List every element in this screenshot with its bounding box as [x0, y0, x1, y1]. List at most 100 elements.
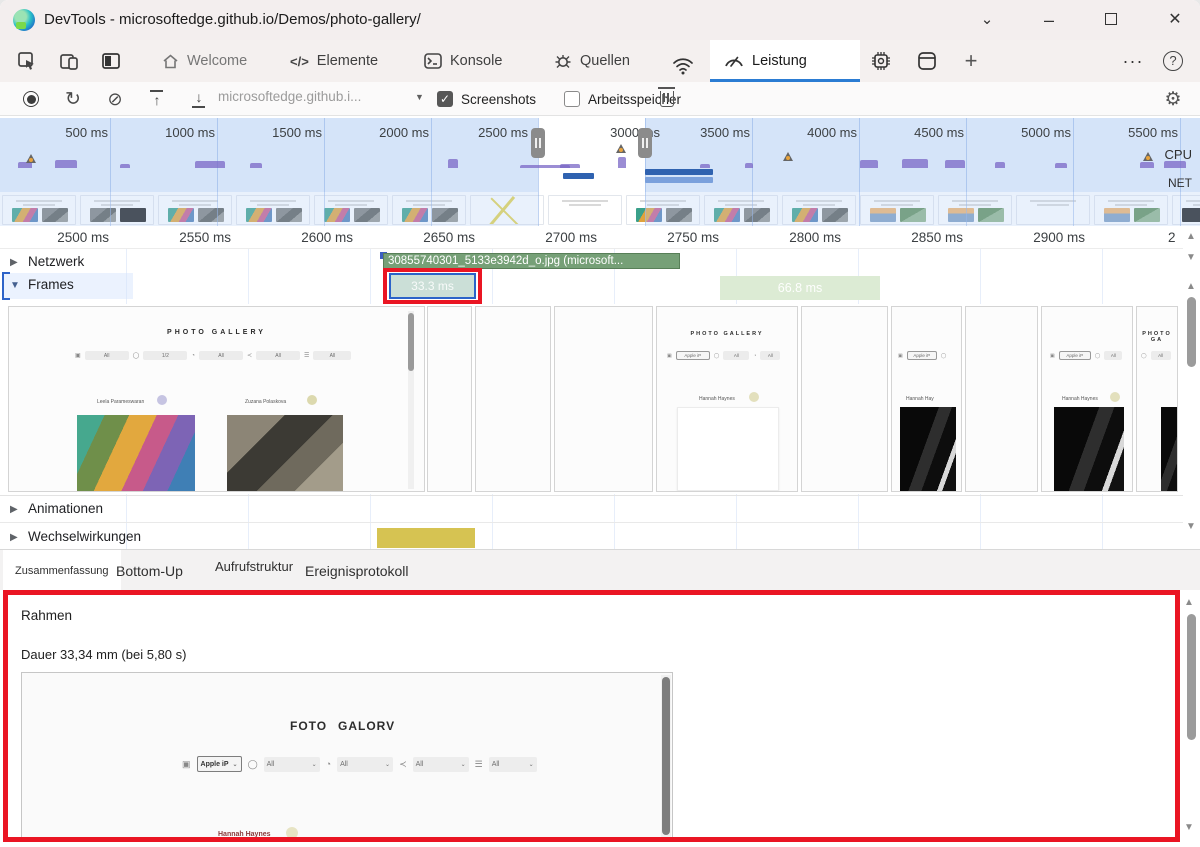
gallery-photo [900, 407, 956, 491]
scrollbar-up-icon[interactable]: ▲ [1185, 281, 1197, 293]
cpu-activity [448, 159, 458, 168]
filmstrip-frame[interactable]: ▣Apple iP ◯ Hannah Hay [891, 306, 962, 492]
filter-chip: All [256, 351, 300, 360]
filmstrip-frame[interactable] [965, 306, 1038, 492]
record-button[interactable] [16, 82, 46, 116]
animations-row-label: Animationen [28, 501, 103, 516]
filmstrip-frame[interactable] [801, 306, 888, 492]
network-wifi-icon[interactable] [668, 51, 698, 81]
help-icon[interactable]: ? [1158, 46, 1188, 76]
frame-66ms[interactable]: 66.8 ms [720, 276, 880, 300]
trash-icon[interactable] [660, 91, 674, 107]
tab-summary[interactable]: Zusammenfassung [3, 550, 121, 591]
overview-screenshot-thumb [860, 195, 934, 225]
filmstrip-frame[interactable] [475, 306, 551, 492]
frame-33ms[interactable]: 33.3 ms [389, 273, 476, 299]
preview-scrollbar[interactable] [661, 675, 671, 839]
dock-side-icon[interactable] [96, 46, 126, 76]
tab-call-tree[interactable]: Aufrufstruktur [203, 550, 305, 591]
gallery-title: PHOTO GALLERY [657, 331, 797, 337]
inspect-element-icon[interactable] [12, 46, 42, 76]
ruler-tick: 2600 ms [301, 230, 353, 245]
frames-row-caret-icon[interactable]: ▼ [10, 280, 20, 291]
cpu-activity [120, 164, 130, 168]
tab-performance[interactable]: Leistung [710, 40, 860, 82]
device-emulation-icon[interactable] [54, 46, 84, 76]
overview-tick: 3500 ms [700, 125, 750, 140]
filmstrip-frame[interactable]: ▣Apple iP ◯All Hannah Haynes [1041, 306, 1133, 492]
filmstrip-frame[interactable] [554, 306, 653, 492]
filmstrip-frame[interactable] [427, 306, 472, 492]
panel-scrollbar-thumb[interactable] [1187, 614, 1196, 740]
minimize-button[interactable]: – [1026, 0, 1072, 40]
close-button[interactable]: ✕ [1152, 0, 1198, 40]
history-select[interactable]: microsoftedge.github.i... [218, 89, 418, 109]
filmstrip-frame[interactable]: PHOTO GA ◯All [1136, 306, 1178, 492]
reload-and-record-button[interactable]: ↻ [58, 82, 88, 116]
more-options-icon[interactable]: ··· [1118, 46, 1148, 76]
tab-console[interactable]: Konsole [410, 40, 516, 82]
filter-chip: All [85, 351, 129, 360]
frame-duration-text: Dauer 33,34 mm (bei 5,80 s) [21, 647, 186, 662]
load-profile-button[interactable]: ↑ [142, 82, 172, 116]
aperture-icon: ◯ [248, 759, 258, 770]
network-request-bar[interactable]: 30855740301_5133e3942d_o.jpg (microsoft.… [383, 253, 680, 269]
detail-tracks[interactable]: ▶ Netzwerk 30855740301_5133e3942d_o.jpg … [0, 248, 1183, 549]
overview-screenshot-thumb [80, 195, 154, 225]
timeline-marker-icon [616, 144, 626, 153]
gallery-photo-loading [677, 407, 779, 491]
settings-gear-icon[interactable]: ⚙ [1158, 82, 1188, 116]
timeline-overview[interactable]: 500 ms 1000 ms 1500 ms 2000 ms 2500 ms 3… [0, 118, 1200, 226]
overview-gridline [324, 118, 325, 226]
panel-scroll-down-icon[interactable]: ▼ [1183, 822, 1195, 833]
tab-summary-label: Zusammenfassung [15, 565, 109, 577]
frame-scrollbar[interactable] [408, 311, 414, 489]
scrollbar-down-icon[interactable]: ▼ [1185, 521, 1197, 533]
network-row-caret-icon[interactable]: ▶ [10, 257, 18, 268]
gallery-photo [1161, 407, 1178, 491]
history-select-caret-icon[interactable]: ▼ [415, 92, 424, 102]
preview-title: GALORV [338, 719, 395, 733]
window-menu-chevron-icon[interactable]: ⌄ [964, 0, 1010, 40]
filmstrip-frame[interactable]: PHOTO GALLERY ▣All ◯1/2 ◔All ≺All ☰All L… [8, 306, 425, 492]
filter-chip: All [1151, 351, 1171, 360]
tab-welcome[interactable]: Welcome [148, 40, 261, 82]
panel-scroll-up-icon[interactable]: ▲ [1183, 597, 1195, 608]
scroll-down-icon[interactable]: ▼ [1185, 252, 1197, 264]
shutter-icon: ≺ [399, 759, 407, 770]
filmstrip-frame[interactable]: PHOTO GALLERY ▣Apple iP ◯All ◔All Hannah… [656, 306, 798, 492]
tab-bottom-up[interactable]: Bottom-Up [104, 550, 195, 591]
devtools-tab-bar: Welcome </> Elemente Konsole Quellen Lei… [0, 40, 1200, 82]
filmstrip-pane: PHOTO GALLERY ▣All ◯1/2 ◔All ≺All ☰All L… [0, 304, 1183, 494]
detail-scrollbar-thumb[interactable] [1187, 297, 1196, 367]
overview-tick: 4000 ms [807, 125, 857, 140]
gallery-title: PHOTO GA [1137, 331, 1177, 343]
frame-screenshot-preview[interactable]: FOTO GALORV ▣ Apple iP⌄ ◯ All⌄ ◔ All⌄ ≺ … [21, 672, 673, 842]
window-handle-left[interactable] [531, 128, 545, 158]
filter-chip: All [760, 351, 780, 360]
overview-screenshot-thumb [1016, 195, 1090, 225]
clear-recording-button[interactable]: ⊘ [100, 82, 130, 116]
drawer-panel-icon[interactable] [912, 46, 942, 76]
gallery-photo [77, 415, 195, 491]
camera-icon: ▣ [182, 759, 191, 770]
more-tabs-plus-icon[interactable]: + [956, 46, 986, 76]
maximize-button[interactable] [1088, 0, 1134, 40]
ruler-tick: 2 [1168, 230, 1176, 245]
window-handle-right[interactable] [638, 128, 652, 158]
tab-event-log[interactable]: Ereignisprotokoll [293, 550, 421, 591]
memory-checkbox[interactable] [564, 91, 580, 107]
filter-chip: 1/2 [143, 351, 187, 360]
tab-sources[interactable]: Quellen [540, 40, 644, 82]
animations-row-caret-icon[interactable]: ▶ [10, 504, 18, 515]
memory-chip-icon[interactable] [866, 46, 896, 76]
window-title: DevTools - microsoftedge.github.io/Demos… [44, 11, 421, 28]
interactions-row-caret-icon[interactable]: ▶ [10, 532, 18, 543]
edge-dev-icon [13, 9, 35, 31]
interaction-bar[interactable] [377, 528, 475, 548]
scroll-up-icon[interactable]: ▲ [1185, 231, 1197, 243]
tab-elements[interactable]: </> Elemente [276, 40, 392, 82]
preview-photographer-name: Hannah Haynes [218, 831, 271, 838]
screenshots-checkbox[interactable]: ✓ [437, 91, 453, 107]
save-profile-button[interactable]: ↓ [184, 82, 214, 116]
